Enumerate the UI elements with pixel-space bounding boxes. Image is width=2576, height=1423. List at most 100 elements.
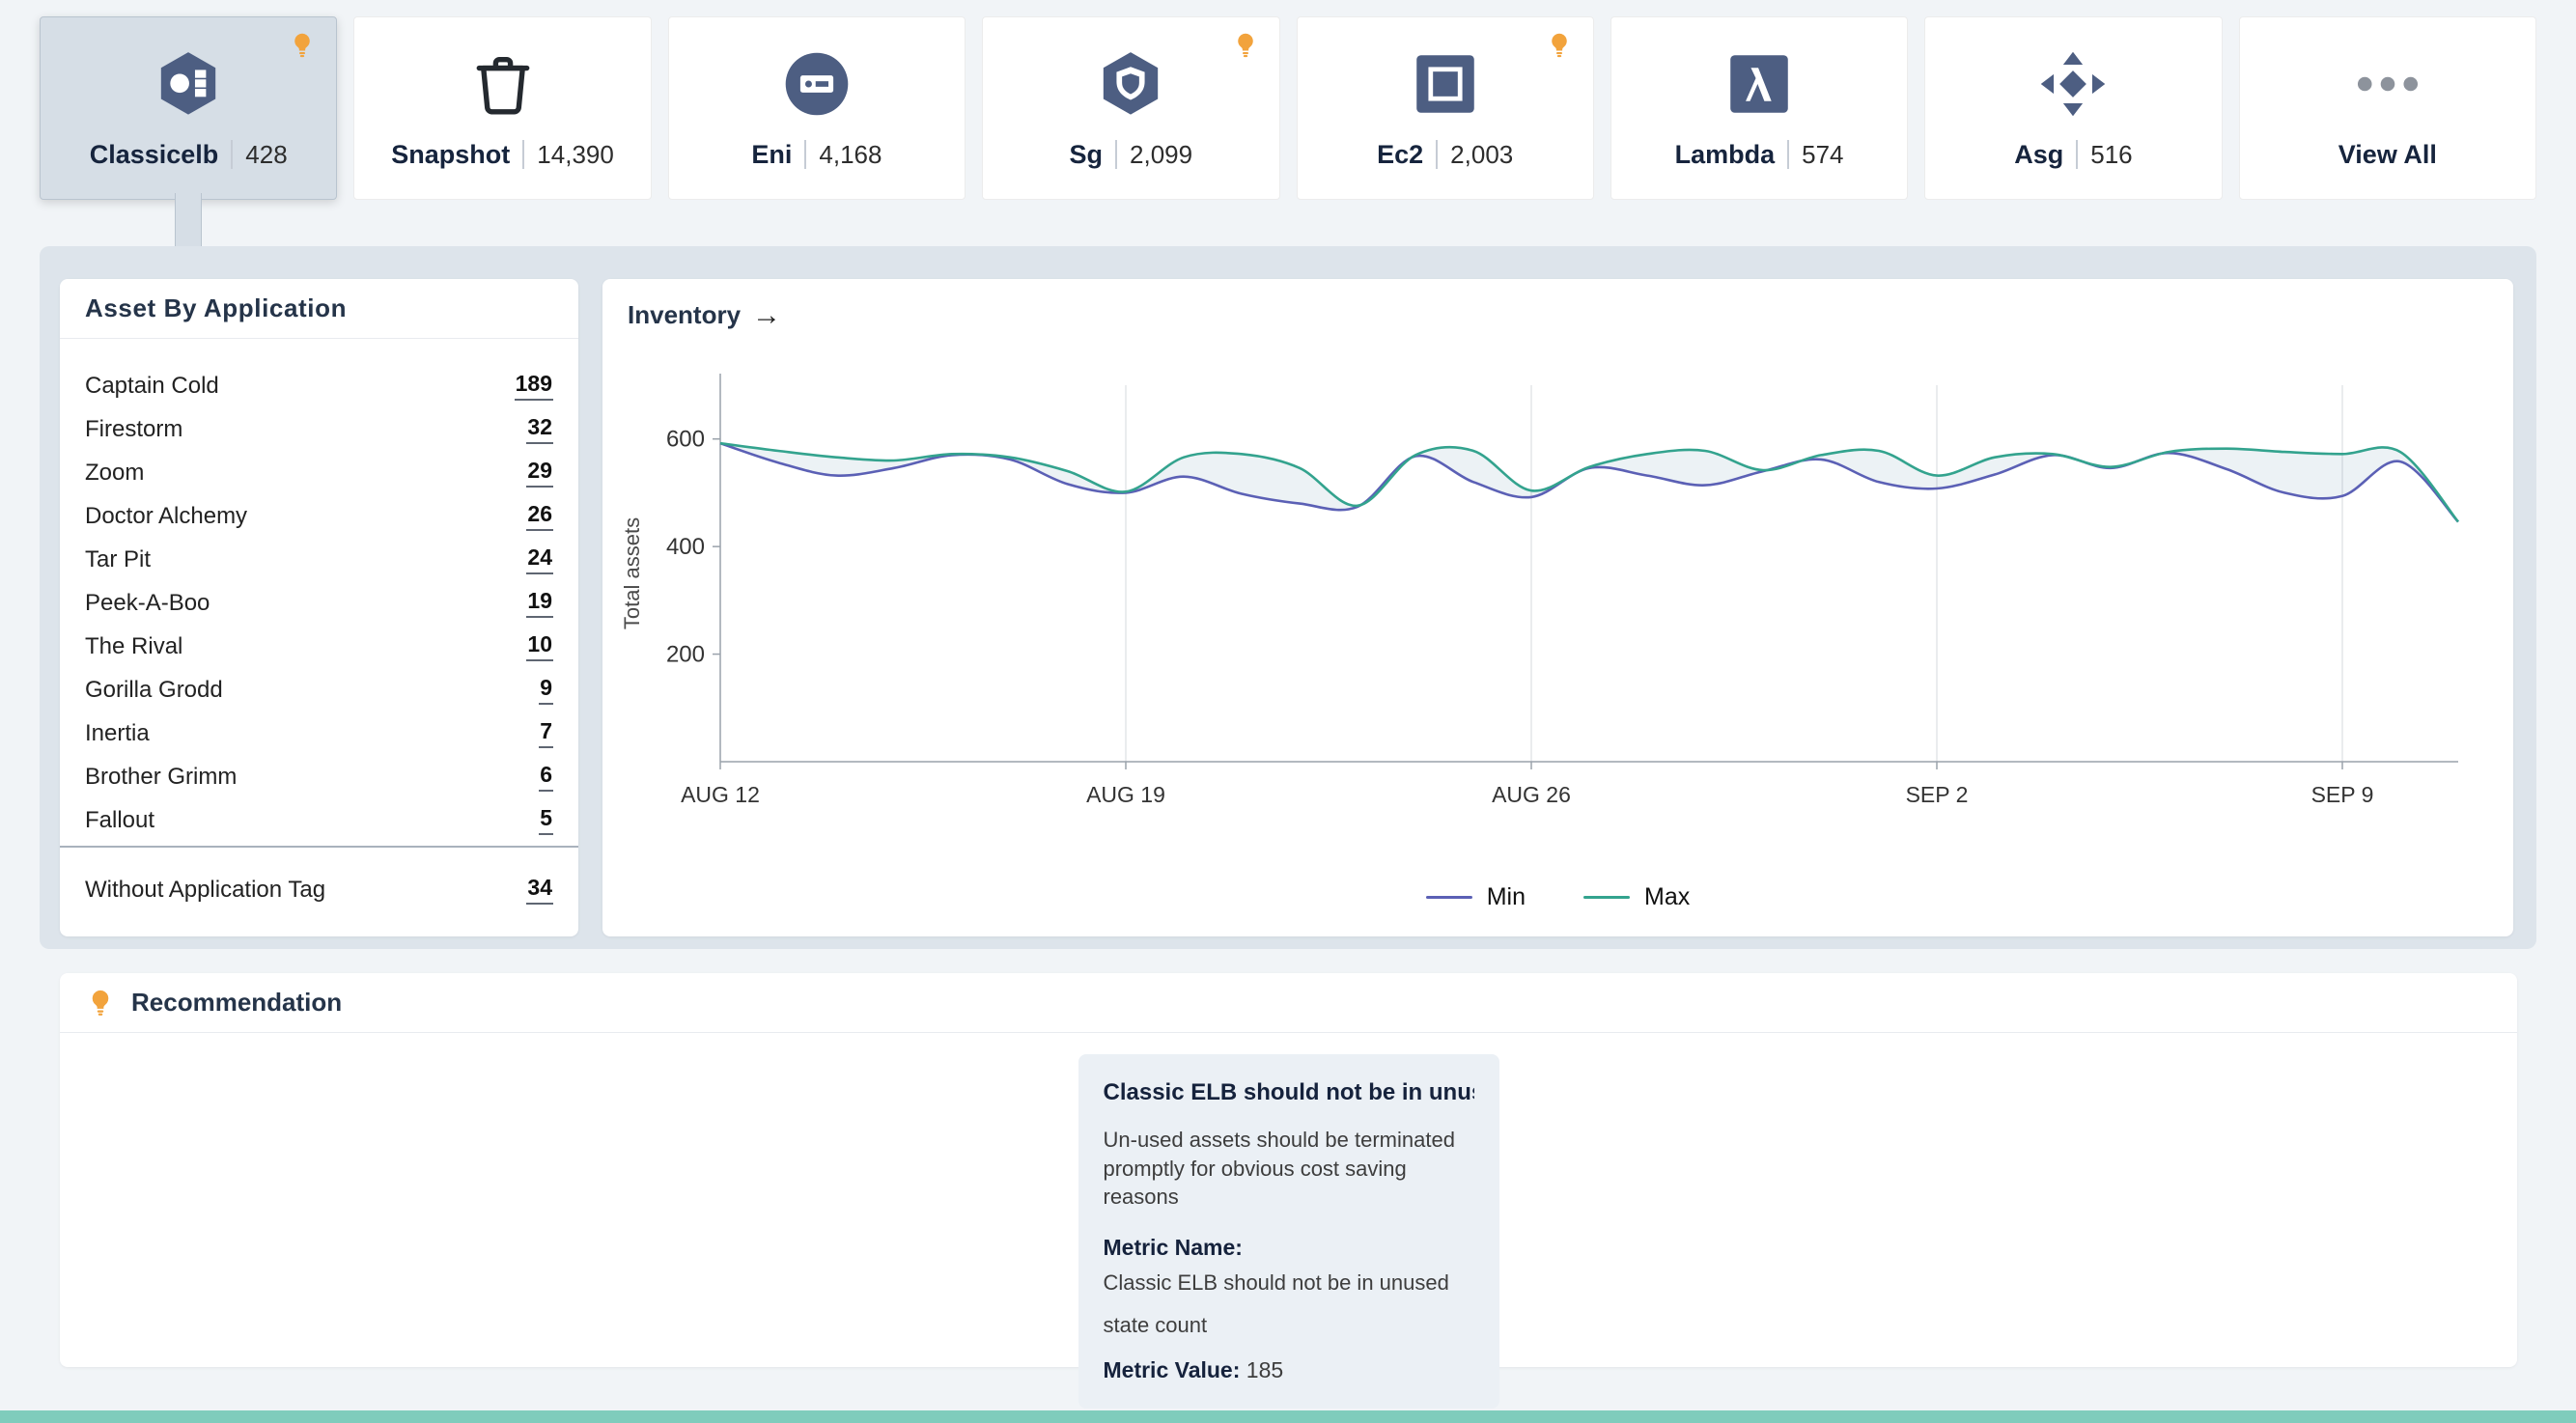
- asset-application-list: Captain Cold 189 Firestorm32 Zoom 29 Doctor A…: [60, 339, 578, 842]
- asset-application-row[interactable]: Inertia 7: [85, 712, 553, 755]
- asset-application-count[interactable]: 189: [515, 371, 553, 401]
- asset-application-name: Peek-A-Boo: [85, 590, 210, 617]
- resource-card-sg[interactable]: Sg 2,099: [982, 16, 1279, 200]
- ec2-icon: [1409, 47, 1482, 121]
- snapshot-icon: [466, 47, 540, 121]
- resource-card-label-line: Sg 2,099: [1070, 140, 1193, 170]
- legend-item-max[interactable]: Max: [1583, 883, 1690, 911]
- resource-card-eni[interactable]: Eni4,168: [668, 16, 966, 200]
- legend-swatch: [1583, 896, 1630, 899]
- asset-application-row[interactable]: Captain Cold 189: [85, 364, 553, 407]
- resource-card-label: Ec2: [1377, 140, 1423, 170]
- metric-name-value: Classic ELB should not be in unused: [1104, 1270, 1474, 1296]
- asset-by-application-title: Asset By Application: [60, 279, 578, 339]
- resource-card-label-line: Ec2 2,003: [1377, 140, 1513, 170]
- lambda-icon: [1722, 47, 1796, 121]
- svg-text:AUG 26: AUG 26: [1492, 782, 1571, 807]
- asset-application-count[interactable]: 5: [539, 805, 553, 835]
- svg-text:SEP 9: SEP 9: [2311, 782, 2374, 807]
- resource-card-count: 2,099: [1130, 140, 1192, 170]
- inventory-title: Inventory: [628, 300, 741, 330]
- alert-lightbulb-icon: [1545, 31, 1574, 60]
- legend-swatch: [1426, 896, 1472, 899]
- resource-card-label: Snapshot: [391, 140, 510, 170]
- resource-card-label-line: Classicelb428: [90, 140, 288, 170]
- resource-card-view-all[interactable]: View All: [2239, 16, 2536, 200]
- resource-card-label-line: Asg516: [2014, 140, 2132, 170]
- asset-application-name: Brother Grimm: [85, 764, 237, 791]
- asset-application-row[interactable]: Brother Grimm 6: [85, 755, 553, 798]
- recommendation-panel: Recommendation Classic ELB should not be…: [60, 973, 2517, 1367]
- asset-application-count[interactable]: 10: [526, 631, 553, 661]
- svg-text:SEP 2: SEP 2: [1906, 782, 1969, 807]
- asset-application-count[interactable]: 6: [539, 762, 553, 792]
- asset-application-name: Captain Cold: [85, 373, 219, 400]
- asset-application-row[interactable]: Gorilla Grodd 9: [85, 668, 553, 712]
- label-divider: [522, 140, 524, 169]
- resource-card-lambda[interactable]: Lambda 574: [1610, 16, 1908, 200]
- asset-application-row[interactable]: Zoom 29: [85, 451, 553, 494]
- asset-application-row[interactable]: Doctor Alchemy26: [85, 494, 553, 538]
- resource-card-count: 574: [1802, 140, 1843, 170]
- asset-application-count[interactable]: 32: [526, 414, 553, 444]
- asset-application-row[interactable]: Peek-A-Boo 19: [85, 581, 553, 625]
- metric-value: 185: [1246, 1357, 1283, 1382]
- resource-card-count: 2,003: [1450, 140, 1513, 170]
- resource-card-classicelb[interactable]: Classicelb428: [40, 16, 337, 200]
- asset-application-name: Inertia: [85, 720, 150, 747]
- asset-application-name: Gorilla Grodd: [85, 677, 223, 704]
- asset-application-count[interactable]: 9: [539, 675, 553, 705]
- resource-card-label-line: Snapshot14,390: [391, 140, 614, 170]
- arrow-right-icon: →: [752, 301, 781, 330]
- asset-application-row[interactable]: Tar Pit 24: [85, 538, 553, 581]
- svg-text:200: 200: [666, 642, 705, 668]
- asset-application-name: Zoom: [85, 460, 144, 487]
- legend-item-min[interactable]: Min: [1426, 883, 1526, 911]
- selected-card-connector: [175, 193, 202, 249]
- asset-application-count[interactable]: 29: [526, 458, 553, 488]
- chart-legend: Min Max: [602, 883, 2513, 911]
- inventory-header[interactable]: Inventory →: [602, 279, 2513, 330]
- asset-footer-count[interactable]: 34: [526, 875, 553, 905]
- recommendation-card[interactable]: Classic ELB should not be in unus... Un-…: [1078, 1054, 1499, 1409]
- asset-application-count[interactable]: 19: [526, 588, 553, 618]
- metric-name-extra: state count: [1104, 1313, 1474, 1338]
- recommendation-card-title: Classic ELB should not be in unus...: [1104, 1079, 1474, 1106]
- metric-value-label: Metric Value:: [1104, 1357, 1241, 1382]
- inventory-chart: 200400600AUG 12AUG 19AUG 26SEP 2SEP 9Tot…: [614, 347, 2497, 829]
- recommendation-title: Recommendation: [131, 988, 342, 1018]
- label-divider: [1787, 140, 1789, 169]
- recommendation-description: Un-used assets should be terminated prom…: [1104, 1126, 1474, 1212]
- resource-card-label: Eni: [751, 140, 792, 170]
- asset-application-count[interactable]: 26: [526, 501, 553, 531]
- resource-card-snapshot[interactable]: Snapshot14,390: [353, 16, 651, 200]
- asset-application-name: Tar Pit: [85, 546, 151, 573]
- resource-card-label-line: Eni4,168: [751, 140, 882, 170]
- resource-card-asg[interactable]: Asg516: [1924, 16, 2222, 200]
- alert-lightbulb-icon: [1231, 31, 1260, 60]
- inventory-chart-area: 200400600AUG 12AUG 19AUG 26SEP 2SEP 9Tot…: [614, 347, 2497, 829]
- asset-footer-name: Without Application Tag: [85, 877, 325, 904]
- legend-label: Max: [1644, 883, 1690, 911]
- svg-text:400: 400: [666, 534, 705, 560]
- bottom-accent-bar: [0, 1410, 2576, 1423]
- alert-lightbulb-icon: [288, 31, 317, 60]
- resource-card-label: Sg: [1070, 140, 1104, 170]
- asset-application-count[interactable]: 24: [526, 544, 553, 574]
- asset-application-row[interactable]: Firestorm32: [85, 407, 553, 451]
- resource-card-ec2[interactable]: Ec2 2,003: [1297, 16, 1594, 200]
- asset-application-name: The Rival: [85, 633, 182, 660]
- resource-card-label: Classicelb: [90, 140, 219, 170]
- svg-text:AUG 12: AUG 12: [681, 782, 760, 807]
- resource-cards-row: Classicelb428 Snapshot14,390 Eni4,168 Sg 2,0…: [40, 16, 2536, 200]
- resource-card-label: Lambda: [1675, 140, 1776, 170]
- asset-application-row[interactable]: The Rival 10: [85, 625, 553, 668]
- resource-card-label: View All: [2338, 140, 2437, 170]
- asset-application-row[interactable]: Fallout 5: [85, 798, 553, 842]
- asset-application-count[interactable]: 7: [539, 718, 553, 748]
- asset-footer-row[interactable]: Without Application Tag 34: [60, 848, 578, 905]
- resource-card-label-line: Lambda 574: [1675, 140, 1844, 170]
- sg-icon: [1094, 47, 1167, 121]
- label-divider: [2076, 140, 2078, 169]
- asset-application-name: Fallout: [85, 807, 154, 834]
